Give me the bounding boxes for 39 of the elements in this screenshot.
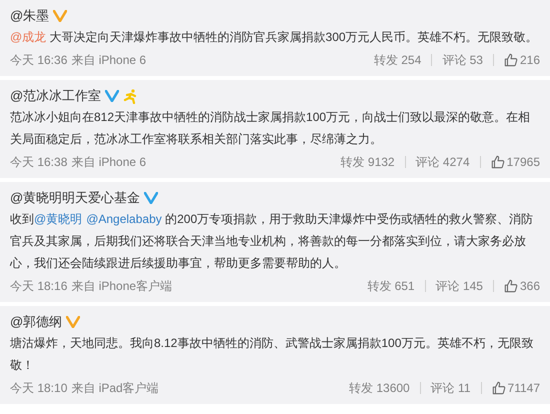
- comment-count[interactable]: 评论 53: [442, 51, 483, 69]
- mention-link[interactable]: @Angelababy: [86, 212, 162, 226]
- like-count[interactable]: 366: [520, 277, 540, 295]
- comment-count[interactable]: 评论 145: [436, 277, 483, 295]
- verified-icon: [53, 10, 68, 22]
- author-name[interactable]: @范冰冰工作室: [10, 86, 102, 106]
- thumbs-up-icon: [490, 155, 505, 169]
- comment-count[interactable]: 评论 4274: [416, 153, 470, 171]
- post-source[interactable]: 来自 iPad客户端: [71, 379, 159, 397]
- post-time: 今天 18:10: [10, 380, 68, 397]
- verified-icon: [66, 316, 80, 328]
- mention-link[interactable]: @成龙: [10, 30, 46, 44]
- repost-count[interactable]: 转发 651: [367, 277, 415, 295]
- post-text: 塘沽爆炸，天地同悲。我向8.12事故中牺牲的消防、武警战士家属捐款100万元。英雄不朽，无限致敬！: [10, 335, 534, 374]
- thumbs-up-icon: [504, 53, 518, 67]
- thumbs-up-icon: [504, 279, 518, 293]
- like-count[interactable]: 17965: [506, 153, 540, 171]
- author-name[interactable]: @郭德纲: [10, 312, 62, 332]
- like-count[interactable]: 71147: [508, 379, 540, 397]
- verified-icon: [105, 90, 120, 102]
- post-text: @成龙 大哥决定向天津爆炸事故中牺牲的消防官兵家属捐款300万元人民币。英雄不朽。无限致敬。: [10, 29, 539, 46]
- author-name[interactable]: @朱墨: [10, 6, 50, 26]
- post-text: 收到@黄晓明 @Angelababy 的200万专项捐款，用于救助天津爆炸中受伤或牺牲的救火警察、消防官兵及其家属，后期我们还将联合天津当地专业机构，将善款的每一分都落实到位，请大家务必放心，我们还会陆续跟进后续援助事宜，帮助更多需要帮助的人。: [10, 211, 534, 272]
- thumbs-up-icon: [492, 381, 506, 395]
- author-name[interactable]: @黄晓明明天爱心基金: [10, 188, 140, 208]
- mention-link[interactable]: @黄晓明: [34, 212, 82, 226]
- like-count[interactable]: 216: [520, 51, 540, 69]
- repost-count[interactable]: 转发 13600: [349, 379, 410, 397]
- post-source[interactable]: 来自 iPhone 6: [71, 153, 146, 171]
- post-time: 今天 18:16: [10, 278, 68, 295]
- post-source[interactable]: 来自 iPhone 6: [71, 51, 146, 69]
- post-source[interactable]: 来自 iPhone客户端: [71, 277, 172, 295]
- post-time: 今天 16:38: [10, 154, 68, 171]
- comment-count[interactable]: 评论 11: [430, 379, 471, 397]
- post-time: 今天 16:36: [10, 52, 68, 69]
- verified-icon: [144, 192, 158, 204]
- repost-count[interactable]: 转发 254: [374, 51, 422, 69]
- repost-count[interactable]: 转发 9132: [340, 153, 395, 171]
- post-text: 范冰冰小姐向在812天津事故中牺牲的消防战士家属捐款100万元，向战士们致以最深的敬意。在相关局面稳定后，范冰冰工作室将联系相关部门落实此事，尽绵薄之力。: [10, 109, 532, 148]
